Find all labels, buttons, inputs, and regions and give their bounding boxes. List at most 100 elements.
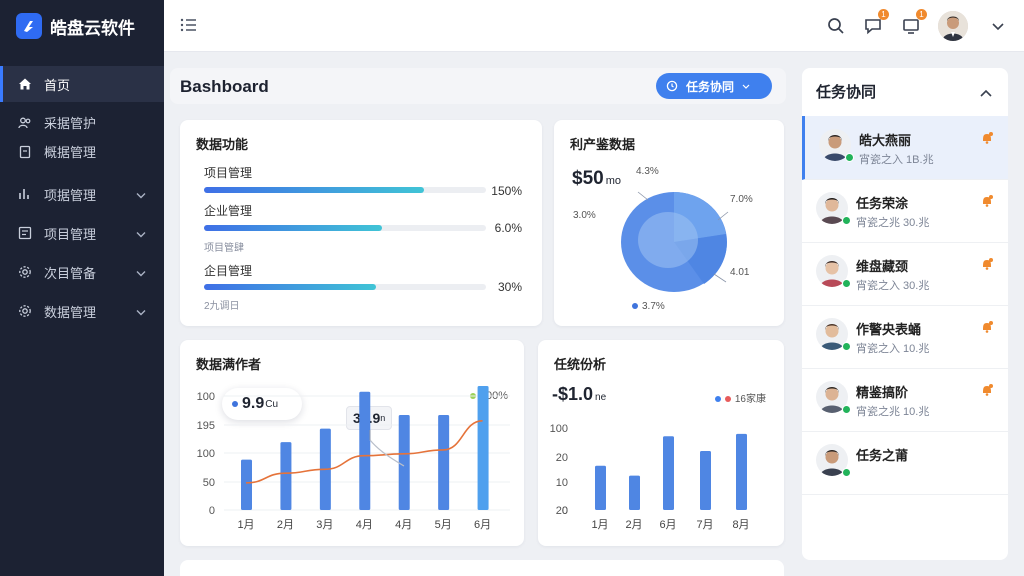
x-tick-label: 7月 — [696, 519, 713, 531]
pie-legend-label: 3.7% — [642, 301, 665, 312]
sidebar-item-collect[interactable]: 采据管护 — [0, 108, 164, 137]
x-tick-label: 2月 — [277, 519, 294, 531]
card-title: 利产鉴数据 — [570, 137, 636, 152]
task-name: 维盘藏颈 — [856, 259, 909, 274]
task-item[interactable]: 精鉴搞阶 宵瓷之兆 10.兆 — [802, 368, 1008, 432]
bell-icon[interactable] — [980, 320, 994, 339]
trend-chart: 10020102001月 2月 6月 7月 8月 — [550, 423, 750, 531]
progress-fill — [204, 187, 424, 193]
task-item[interactable]: 作警央表蛹宵瓷之入 10.兆 — [802, 305, 1008, 369]
sidebar-item-label: 项据管理 — [44, 187, 97, 203]
pie-label: 7.0% — [730, 194, 753, 205]
task-name: 作警央表蛹 — [856, 322, 922, 337]
bar — [438, 415, 450, 510]
online-status-dot — [845, 153, 854, 162]
progress-bar — [204, 284, 486, 290]
pie-label: 3.0% — [573, 210, 596, 221]
sidebar-item-project[interactable]: 项目管理 — [0, 215, 164, 251]
brand[interactable]: 皓盘云软件 — [0, 0, 164, 52]
menu-toggle-icon[interactable] — [180, 17, 198, 38]
pie-unit-text: mo — [605, 175, 621, 187]
sidebar-item-project-data[interactable]: 项据管理 — [0, 176, 164, 212]
y-tick-label: 0 — [209, 505, 215, 517]
x-tick-label: 1月 — [237, 519, 254, 531]
notification-icon[interactable]: 1 — [899, 9, 927, 38]
x-tick-label: 8月 — [732, 519, 749, 531]
pie-big-value: $50 mo — [572, 168, 621, 190]
task-meta: 宵瓷之入 1B.兆 — [859, 154, 934, 166]
x-tick-label: 6月 — [659, 519, 676, 531]
chevron-down-icon — [136, 187, 146, 202]
chevron-up-icon[interactable] — [980, 84, 992, 102]
legend-dot — [632, 303, 638, 310]
sidebar-item-home[interactable]: 首页 — [0, 66, 164, 102]
bar — [595, 465, 606, 510]
bar — [477, 386, 489, 510]
online-status-dot — [842, 342, 851, 351]
progress-sub: 2九调日 — [204, 301, 240, 312]
collab-button-label: 任务协同 — [686, 79, 735, 94]
task-item[interactable]: 任务之莆 — [802, 431, 1008, 495]
bell-icon[interactable] — [980, 383, 994, 402]
logo-icon — [16, 13, 42, 39]
sidebar-item-label: 数据管理 — [44, 304, 97, 320]
sidebar-item-data[interactable]: 数据管理 — [0, 293, 164, 329]
task-name: 皓大燕丽 — [859, 133, 912, 148]
mix-chart-card: 数据满作者 9.9Cu 30.9n 800% 1001951005001月2月3… — [180, 340, 524, 546]
bar — [629, 475, 640, 510]
task-item[interactable]: 任务荣涂 宵瓷之兆 30.兆 — [802, 179, 1008, 243]
page-header: Bashboard 任务协同 — [170, 68, 786, 104]
pie-inner — [638, 212, 698, 268]
y-tick-label: 195 — [197, 420, 215, 432]
doc-icon — [18, 145, 32, 159]
avatar[interactable] — [938, 11, 968, 41]
chevron-down-icon[interactable] — [992, 18, 1004, 36]
progress-bar — [204, 225, 486, 231]
people-icon — [18, 116, 32, 130]
sidebar: 皓盘云软件 首页 采据管护 概据管理 项据管理 项目管理 次目管备 数据管理 — [0, 0, 164, 576]
online-status-dot — [842, 468, 851, 477]
bell-icon[interactable] — [980, 257, 994, 276]
y-tick-label: 50 — [203, 477, 215, 489]
x-tick-label: 5月 — [435, 519, 452, 531]
progress-fill — [204, 225, 382, 231]
x-tick-label: 4月 — [395, 519, 412, 531]
bar-chart-icon — [18, 187, 32, 201]
x-tick-label: 2月 — [625, 519, 642, 531]
sidebar-nav: 首页 采据管护 概据管理 项据管理 项目管理 次目管备 数据管理 — [0, 66, 164, 329]
message-icon[interactable]: 1 — [861, 9, 889, 38]
bar — [241, 459, 252, 510]
y-tick-label: 100 — [197, 448, 215, 460]
bottom-card — [180, 560, 784, 576]
mix-chart: 100 195 100 50 0 1月 2月 3月 4月 4月 5月 6月 — [197, 386, 510, 531]
progress-label: 企业管理 — [204, 204, 253, 218]
y-tick-label: 10 — [556, 477, 568, 489]
progress-label: 项目管理 — [204, 166, 253, 180]
settings-icon — [18, 304, 32, 318]
task-item[interactable]: 皓大燕丽宵瓷之入 1B.兆 — [802, 116, 1008, 180]
list-icon — [18, 226, 32, 240]
task-item[interactable]: 维盘藏颈 宵瓷之入 30.兆 — [802, 242, 1008, 306]
search-icon[interactable] — [824, 14, 848, 38]
task-meta: 宵瓷之入 10.兆 — [856, 343, 930, 355]
page-title: Bashboard — [180, 77, 269, 96]
sidebar-item-label: 采据管护 — [44, 116, 97, 131]
collab-button[interactable]: 任务协同 — [656, 73, 772, 99]
panel-title: 任务协同 — [816, 84, 877, 101]
clock-icon — [666, 80, 678, 92]
sidebar-item-settings[interactable]: 次目管备 — [0, 254, 164, 290]
task-meta: 宵瓷之兆 30.兆 — [856, 217, 930, 229]
x-tick-label: 1月 — [591, 519, 608, 531]
task-meta: 宵瓷之兆 10.兆 — [856, 406, 930, 418]
pie-legend: 3.7% — [632, 301, 665, 312]
gear-icon — [18, 265, 32, 279]
topbar: 1 1 — [164, 0, 1024, 52]
progress-value: 150% — [491, 184, 522, 198]
bell-icon[interactable] — [980, 131, 994, 150]
chevron-down-icon — [136, 304, 146, 319]
pie-label: 4.01 — [730, 267, 750, 278]
task-name: 任务之莆 — [856, 448, 909, 463]
sidebar-item-label: 次目管备 — [44, 265, 97, 281]
sidebar-item-summary[interactable]: 概据管理 — [0, 137, 164, 166]
bell-icon[interactable] — [980, 194, 994, 213]
